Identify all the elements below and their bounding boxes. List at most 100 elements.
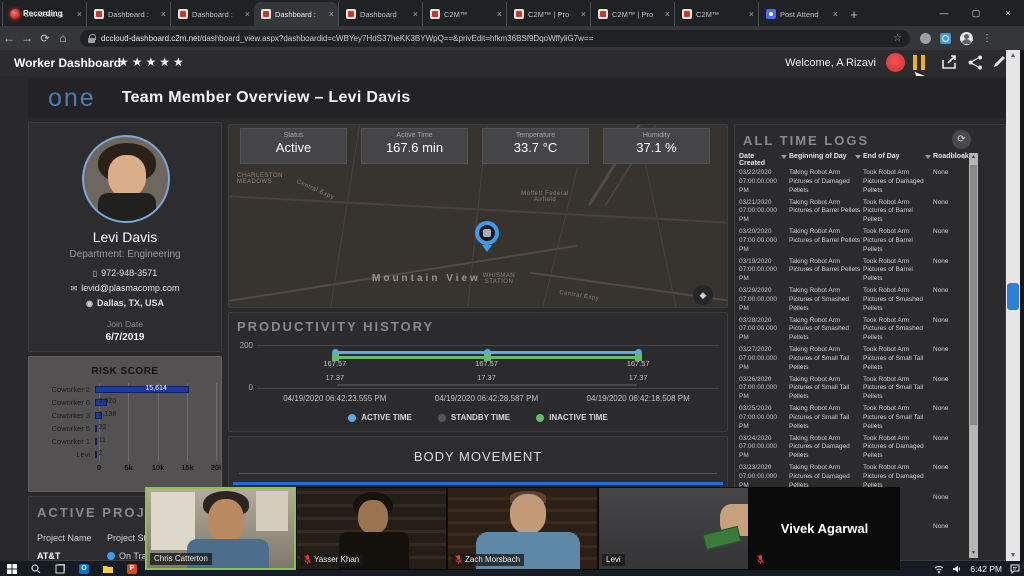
column-end-of-day[interactable]: End of Day [863, 153, 931, 167]
search-icon[interactable] [24, 561, 48, 576]
back-icon[interactable]: ← [0, 31, 18, 45]
page-scrollbar-thumb[interactable] [1007, 283, 1019, 310]
page-scrollbar[interactable]: ▲ ▼ [1006, 50, 1020, 561]
task-view-icon[interactable] [48, 561, 72, 576]
browser-tab[interactable]: Dashboard × [338, 2, 422, 26]
profile-avatar-icon[interactable] [960, 32, 973, 45]
table-row[interactable]: 03/21/2020 07:00:00.000 PM Taking Robot … [739, 199, 967, 229]
wifi-icon[interactable] [934, 564, 944, 574]
table-row[interactable]: 03/20/2020 07:00:00.000 PM Taking Robot … [739, 228, 967, 258]
bookmark-star-icon[interactable]: ☆ [893, 33, 902, 44]
table-row[interactable]: 03/25/2020 07:00:00.000 PM Taking Robot … [739, 405, 967, 435]
video-tile[interactable]: Zach Morsbach Zach Morsbach [447, 487, 598, 570]
pause-button[interactable] [913, 55, 928, 70]
browser-tab[interactable]: C2M™ × [422, 2, 506, 26]
logs-scrollbar[interactable]: ▲▼ [969, 153, 978, 558]
browser-tab[interactable]: Dashboard : × [254, 2, 338, 26]
browser-tab[interactable]: C2M™ | Pro × [590, 2, 674, 26]
dashboard-header: one Team Member Overview – Levi Davis [28, 78, 1006, 118]
browser-tab[interactable]: C2M™ | Pro × [506, 2, 590, 26]
url-field[interactable]: dccloud-dashboard.c2m.net/dashboard_view… [80, 30, 910, 47]
rating-stars[interactable]: ★★★★★ [118, 55, 187, 69]
start-button[interactable] [0, 561, 24, 576]
location-pin[interactable] [475, 221, 499, 245]
table-row[interactable]: 03/28/2020 07:00:00.000 PM Taking Robot … [739, 317, 967, 347]
cell-beginning: Taking Robot Arm Pictures of Damaged Pel… [789, 169, 861, 199]
new-tab-button[interactable]: + [842, 2, 866, 26]
status-card: Temperature 33.7 °C [482, 128, 589, 164]
scroll-up-icon[interactable]: ▲ [1006, 50, 1020, 61]
table-row[interactable]: 03/19/2020 07:00:00.000 PM Taking Robot … [739, 258, 967, 288]
risk-category-label: Coworker 3 [37, 411, 95, 420]
page-title: Team Member Overview – Levi Davis [122, 89, 411, 107]
record-button[interactable] [886, 53, 905, 72]
tab-close-icon[interactable]: × [329, 9, 334, 19]
cell-beginning: Taking Robot Arm Pictures of Barrel Pell… [789, 258, 861, 288]
risk-x-tick: 10k [152, 463, 165, 472]
legend-item[interactable]: ACTIVE TIME [348, 413, 412, 422]
column-beginning-of-day[interactable]: Beginning of Day [789, 153, 861, 167]
maximize-button[interactable]: ▢ [960, 0, 992, 26]
status-card: Active Time 167.6 min [361, 128, 468, 164]
column-project-name[interactable]: Project Name [37, 533, 107, 543]
action-center-icon[interactable] [1010, 564, 1020, 574]
tab-close-icon[interactable]: × [665, 9, 670, 19]
table-row[interactable]: 03/29/2020 07:00:00.000 PM Taking Robot … [739, 287, 967, 317]
logs-scrollbar-thumb[interactable] [970, 165, 977, 425]
extension-icon[interactable] [920, 33, 931, 44]
table-row[interactable]: 03/27/2020 07:00:00.000 PM Taking Robot … [739, 346, 967, 376]
file-explorer-icon[interactable] [96, 561, 120, 576]
browser-tab[interactable]: C2M™ × [674, 2, 758, 26]
map-label-station: WHISMAN STATION [477, 273, 521, 285]
powerpoint-icon[interactable]: P [120, 561, 144, 576]
mic-muted-icon [455, 555, 462, 564]
tab-close-icon[interactable]: × [581, 9, 586, 19]
column-roadblocks[interactable]: Roadblocks [933, 153, 967, 167]
forward-icon[interactable]: → [18, 31, 36, 45]
scroll-down-icon[interactable]: ▼ [1006, 550, 1020, 561]
video-tile[interactable]: Levi Levi [598, 487, 749, 570]
close-button[interactable]: × [992, 0, 1024, 26]
legend-item[interactable]: INACTIVE TIME [536, 413, 608, 422]
url-text: dccloud-dashboard.c2m.net/dashboard_view… [101, 34, 887, 43]
video-tile[interactable]: Yasser Khan Yasser Khan [296, 487, 447, 570]
home-icon[interactable]: ⌂ [54, 31, 72, 45]
refresh-icon[interactable]: ⟳ [952, 130, 971, 149]
browser-tab[interactable]: Dashboard : × [170, 2, 254, 26]
tab-close-icon[interactable]: × [77, 9, 82, 19]
participant-name-label: Yasser Khan [300, 554, 363, 566]
tab-close-icon[interactable]: × [749, 9, 754, 19]
share-icon[interactable] [967, 55, 984, 70]
tab-close-icon[interactable]: × [413, 9, 418, 19]
tab-close-icon[interactable]: × [833, 9, 838, 19]
cell-beginning: Taking Robot Arm Pictures of Barrel Pell… [789, 228, 861, 258]
minimize-button[interactable]: — [928, 0, 960, 26]
profile-email[interactable]: ✉levid@plasmacomp.com [29, 283, 221, 293]
compass-button[interactable]: ◆ [693, 285, 713, 305]
volume-icon[interactable] [952, 564, 962, 574]
column-date-created[interactable]: Date Created [739, 153, 787, 167]
cell-roadblocks: None [933, 376, 967, 406]
export-icon[interactable] [941, 55, 958, 70]
outlook-icon[interactable]: O [72, 561, 96, 576]
system-clock[interactable]: 6:42 PM [970, 564, 1002, 574]
cell-end: Took Robot Arm Pictures of Small Tail Pe… [863, 376, 931, 406]
browser-tab[interactable]: Post Attend × [758, 2, 842, 26]
search-extension-icon[interactable] [940, 33, 951, 44]
lock-icon[interactable] [88, 34, 95, 43]
table-row[interactable]: 03/26/2020 07:00:00.000 PM Taking Robot … [739, 376, 967, 406]
tab-close-icon[interactable]: × [245, 9, 250, 19]
video-tile[interactable]: Chris Catterton Chris Catterton [145, 487, 296, 570]
tab-title: Dashboard [360, 10, 411, 19]
browser-menu-icon[interactable]: ⋮ [982, 33, 992, 44]
table-row[interactable]: 03/22/2020 07:00:00.000 PM Taking Robot … [739, 169, 967, 199]
cell-end: Took Robot Arm Pictures of Barrel Pellet… [863, 258, 931, 288]
table-row[interactable]: 03/24/2020 07:00:00.000 PM Taking Robot … [739, 435, 967, 465]
reload-icon[interactable]: ⟳ [36, 32, 54, 45]
tab-close-icon[interactable]: × [497, 9, 502, 19]
legend-item[interactable]: STANDBY TIME [438, 413, 510, 422]
browser-tab[interactable]: Covid365v5 × Recording [2, 2, 86, 26]
tab-close-icon[interactable]: × [161, 9, 166, 19]
video-tile[interactable]: Vivek Agarwal Vivek Agarwal [749, 487, 900, 570]
browser-tab[interactable]: Dashboard : × [86, 2, 170, 26]
